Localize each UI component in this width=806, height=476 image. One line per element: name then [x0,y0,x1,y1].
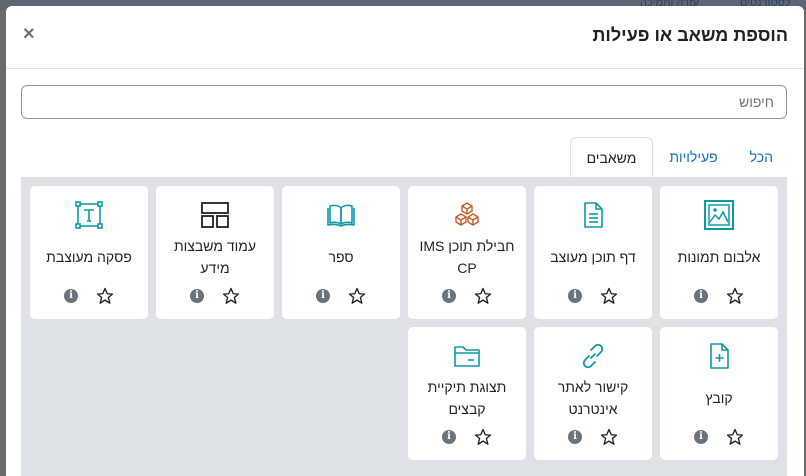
ims-package-icon [452,200,482,230]
card-url[interactable]: קישור לאתר אינטרנט i [534,327,652,460]
search-container [21,85,787,119]
file-icon [704,341,734,371]
tab-activities[interactable]: פעילויות [653,137,733,177]
tab-bar: הכל פעילויות משאבים [569,137,789,177]
info-icon[interactable]: i [190,289,204,303]
folder-icon [452,341,482,371]
tab-all[interactable]: הכל [734,137,789,177]
card-text-area[interactable]: פסקה מעוצבת i [30,186,148,319]
search-input[interactable] [21,85,787,119]
card-folder[interactable]: תצוגת תיקיית קבצים i [408,327,526,460]
star-icon[interactable] [96,287,114,305]
card-ims-package[interactable]: חבילת תוכן IMS CP i [408,186,526,319]
card-label: קובץ [705,390,733,406]
info-icon[interactable]: i [442,289,456,303]
card-label: תצוגת תיקיית קבצים [427,379,507,417]
add-activity-dialog: הוספת משאב או פעילות × הכל פעילויות משאב… [6,6,804,476]
star-icon[interactable] [726,428,744,446]
info-icon[interactable]: i [568,430,582,444]
close-button[interactable]: × [23,24,35,44]
star-icon[interactable] [348,287,366,305]
info-icon[interactable]: i [316,289,330,303]
tab-resources[interactable]: משאבים [569,137,654,177]
star-icon[interactable] [600,287,618,305]
dialog-title: הוספת משאב או פעילות [592,25,788,45]
card-label: חבילת תוכן IMS CP [419,238,515,276]
card-label: אלבום תמונות [677,249,761,265]
info-icon[interactable]: i [694,289,708,303]
info-icon[interactable]: i [694,430,708,444]
info-icon[interactable]: i [64,289,78,303]
resources-grid: אלבום תמונות i דף תוכן מעוצב i חבילת תוכ… [21,177,787,476]
star-icon[interactable] [474,428,492,446]
card-image-gallery[interactable]: אלבום תמונות i [660,186,778,319]
book-icon [326,200,356,230]
card-label: קישור לאתר אינטרנט [557,379,629,417]
star-icon[interactable] [474,287,492,305]
page-icon [578,200,608,230]
star-icon[interactable] [600,428,618,446]
link-icon [578,341,608,371]
star-icon[interactable] [726,287,744,305]
card-label: פסקה מעוצבת [46,249,132,265]
card-book[interactable]: ספר i [282,186,400,319]
text-area-icon [74,200,104,230]
tiles-layout-icon [200,200,230,230]
dialog-header: הוספת משאב או פעילות × [6,6,804,69]
info-icon[interactable]: i [568,289,582,303]
card-file[interactable]: קובץ i [660,327,778,460]
card-label: עמוד משבצות מידע [173,238,257,276]
card-tiles-page[interactable]: עמוד משבצות מידע i [156,186,274,319]
info-icon[interactable]: i [442,430,456,444]
star-icon[interactable] [222,287,240,305]
card-label: ספר [328,249,354,265]
image-gallery-icon [704,200,734,230]
card-label: דף תוכן מעוצב [550,249,636,265]
card-page[interactable]: דף תוכן מעוצב i [534,186,652,319]
